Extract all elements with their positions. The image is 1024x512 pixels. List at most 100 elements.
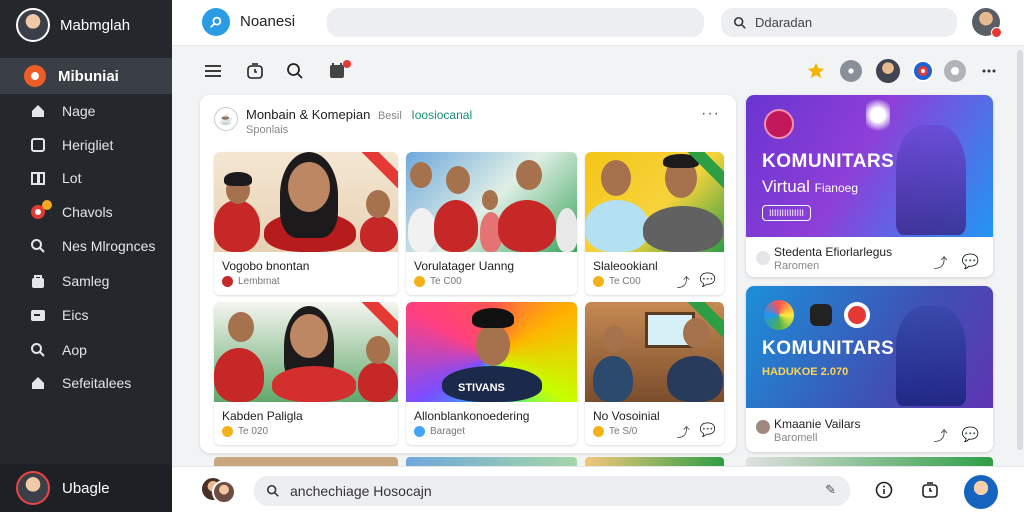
profile-avatar [16,8,50,42]
promo-card[interactable]: KOMUNITARS HADUKOE 2.070 Kmaanie Vailars… [746,286,993,452]
brand-name: Noanesi [240,13,296,30]
search-placeholder: Ddaradan [755,15,813,30]
sidebar-item-label: Eics [62,307,89,323]
comment-icon[interactable]: 💬 [700,272,716,291]
tile-actions: ⤴ 💬 [677,272,716,291]
book-icon [30,170,46,186]
feed-card: ☕ Monbain & Komepian Besil Ioosiocanal S… [200,95,736,453]
media-tile-peek [585,457,724,466]
tile-image [406,152,577,252]
info-icon[interactable] [874,480,894,500]
tile-ribbon [359,302,398,341]
media-tile[interactable]: Vogobo bnontan Lembmat [214,152,398,295]
channel-icon [414,426,425,437]
media-tile[interactable]: STIVANS Allonblankonoedering Baraget [406,302,577,445]
feed-more-button[interactable]: ··· [701,105,720,123]
channel-logo-icon[interactable]: ☕ [214,107,238,131]
more-options-icon[interactable] [978,60,1000,82]
tile-title: Kabden Paligla [222,409,303,423]
dancer-figure [896,306,966,406]
feed-title-link[interactable]: Ioosiocanal [411,108,472,122]
timer-icon[interactable] [920,480,940,500]
tile-image [214,302,398,402]
tile-image [585,152,724,252]
bag-icon [30,273,46,289]
scrollbar[interactable] [1017,50,1023,450]
current-user-avatar[interactable] [964,475,998,509]
participants-avatars[interactable] [200,476,236,504]
tile-title: Vorulatager Uanng [414,259,515,273]
sidebar-item-chavols[interactable]: Chavols [0,196,172,228]
media-tile[interactable]: Vorulatager Uanng Te C00 [406,152,577,295]
comment-icon[interactable]: 💬 [700,422,716,441]
media-tile[interactable]: No Vosoinial Te S/0 ⤴ 💬 [585,302,724,445]
channel-icon [593,276,604,287]
inbox-icon[interactable] [326,60,351,82]
sidebar-item-label: Lot [62,170,82,186]
promo-foot-meta: Baromell [774,432,818,444]
share-icon[interactable]: ⤴ [677,272,690,291]
sidebar-item-nes-mlrognces[interactable]: Nes Mlrognces [0,230,172,262]
sidebar-item-label: Samleg [62,273,110,289]
comment-icon[interactable]: 💬 [962,253,979,273]
brand-logo-icon[interactable] [202,8,230,36]
channel-icon [222,426,233,437]
badge-icon [30,200,52,220]
sidebar-item-nage[interactable]: Nage [0,95,172,127]
feed-subtitle: Sponlais [246,124,289,136]
notifications-badge-icon[interactable] [912,60,934,82]
sidebar-profile[interactable]: Mabmglah [16,8,130,42]
calendar-icon [30,137,46,153]
app-logo-icon [24,65,46,87]
promo-foot-title: Stedenta Efiorlarlegus [774,245,893,259]
promo-avatar [756,251,770,265]
search-icon [733,16,746,29]
promo-title: KOMUNITARS [762,338,895,359]
settings-icon[interactable] [840,60,862,82]
search-icon [266,484,279,497]
secondary-search-input[interactable]: Ddaradan [721,8,957,37]
sidebar-item-eics[interactable]: Eics [0,299,172,331]
home-icon [30,375,46,391]
share-icon[interactable]: ⤴ [934,253,948,273]
sidebar-item-lot[interactable]: Lot [0,162,172,194]
tile-meta: Te S/0 [593,426,637,437]
compose-input[interactable]: anchechiage Hosocajn ✎ [254,476,850,506]
header-avatar[interactable] [972,8,1002,38]
feed-title-tag: Besil [377,110,402,122]
promo-title: KOMUNITARS [762,151,895,172]
media-tile[interactable]: Kabden Paligla Te 020 [214,302,398,445]
share-icon[interactable]: ⤴ [677,422,690,441]
sidebar-item-herigliet[interactable]: Herigliet [0,129,172,161]
sidebar-item-active[interactable]: Mibuniai [0,58,172,94]
sidebar-user[interactable]: Ubagle [0,464,172,512]
share-icon[interactable]: ⤴ [934,426,948,446]
profile-name: Mabmglah [60,16,131,34]
comment-icon[interactable]: 💬 [962,426,979,446]
sidebar-item-aop[interactable]: Aop [0,334,172,366]
media-tile[interactable]: Slaleookianl Te C00 ⤴ 💬 [585,152,724,295]
promo-card[interactable]: KOMUNITARS Virtual Fianoeg IIIIIIIIIIIII… [746,95,993,277]
community-badge-icon [764,109,794,139]
menu-icon[interactable] [202,60,224,82]
edit-icon[interactable]: ✎ [825,482,836,498]
search-input[interactable] [327,8,704,37]
sidebar-item-samleg[interactable]: Samleg [0,265,172,297]
user-avatar-small[interactable] [876,59,900,83]
status-icon[interactable] [944,60,966,82]
compose-text: anchechiage Hosocajn [290,483,432,499]
feed-title[interactable]: Monbain & Komepian [246,107,370,122]
promo-foot-title: Kmaanie Vailars [774,417,861,431]
promo-actions: ⤴ 💬 [934,253,979,273]
promo-button[interactable]: IIIIIIIIIIIIII [762,205,812,221]
star-icon[interactable] [805,60,827,82]
promo-image: KOMUNITARS HADUKOE 2.070 [746,286,993,408]
sidebar: Mabmglah Mibuniai Nage Herigliet Lot Cha… [0,0,172,512]
timer-icon[interactable] [244,60,266,82]
promo-subtitle: Virtual Fianoeg [762,177,858,196]
sidebar-item-sefeitalees[interactable]: Sefeitalees [0,367,172,399]
tile-meta: Baraget [414,426,465,437]
tile-title: Allonblankonoedering [414,409,530,423]
search-icon[interactable] [284,60,306,82]
sidebar-item-label: Nage [62,103,96,119]
